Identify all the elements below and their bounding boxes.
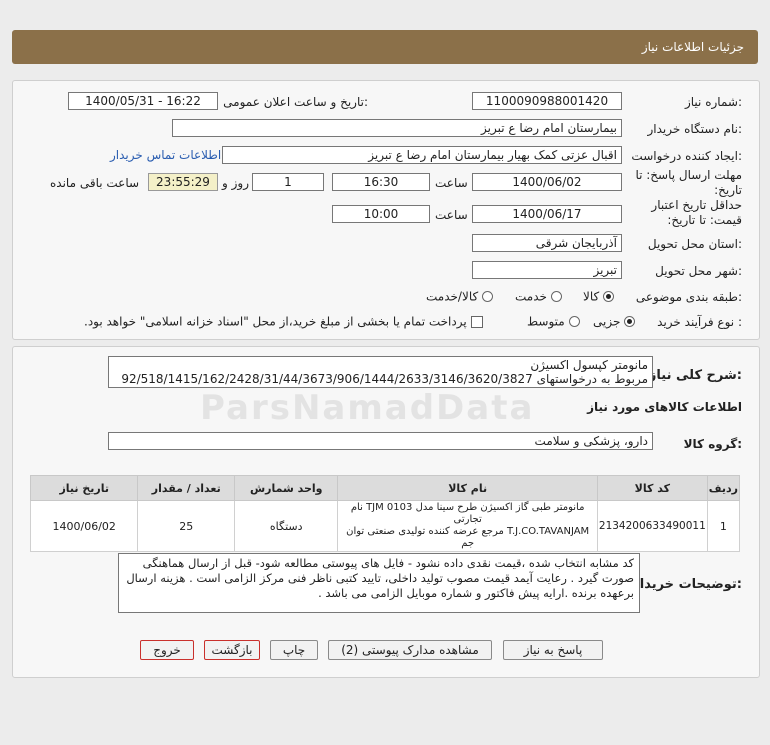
requester-label: ایجاد کننده درخواست:: [631, 149, 742, 163]
goods-section-title: اطلاعات کالاهای مورد نیاز: [587, 400, 742, 414]
attachments-button[interactable]: مشاهده مدارک پیوستی (2): [328, 640, 492, 660]
buyer-org-field: بیمارستان امام رضا ع تبریز: [172, 119, 622, 137]
page-header: جزئیات اطلاعات نیاز: [12, 30, 758, 64]
reply-deadline-label: مهلت ارسال پاسخ: تا تاریخ:: [635, 168, 742, 197]
reply-time-label: ساعت: [435, 176, 468, 190]
need-number-field: 1100090988001420: [472, 92, 622, 110]
treasury-payment-option[interactable]: پرداخت تمام یا بخشی از مبلغ خرید،از محل …: [84, 314, 483, 329]
validity-time-label: ساعت: [435, 208, 468, 222]
col-code: کد کالا: [596, 475, 708, 501]
table-header-row: ردیف کد کالا نام کالا واحد شمارش تعداد /…: [29, 475, 741, 501]
province-label: استان محل تحویل:: [647, 237, 742, 251]
table-row: 1 2134200633490011 مانومتر طبی گاز اکسیژ…: [29, 500, 741, 552]
radio-icon[interactable]: [568, 316, 580, 327]
col-qty: تعداد / مقدار: [137, 475, 236, 501]
announce-field: 1400/05/31 - 16:22: [68, 92, 218, 110]
validity-time-field: 10:00: [332, 205, 430, 223]
need-number-label: شماره نیاز:: [684, 95, 742, 109]
cell-row: 1: [706, 500, 741, 552]
buyer-notes-field: کد مشابه انتخاب شده ،قیمت نقدی داده نشود…: [118, 553, 640, 613]
radio-icon[interactable]: [550, 291, 562, 302]
col-name: نام کالا: [337, 475, 598, 501]
col-date: تاریخ نیاز: [29, 475, 139, 501]
buyer-org-label: نام دستگاه خریدار:: [647, 122, 743, 136]
checkbox-icon[interactable]: [470, 315, 483, 328]
city-field: تبریز: [472, 261, 622, 279]
description-line-1: مانومتر کپسول اکسیژن: [530, 358, 648, 372]
province-field: آذربایجان شرقی: [472, 234, 622, 252]
days-field: 1: [252, 173, 324, 191]
col-row: ردیف: [706, 475, 741, 501]
description-field: مانومتر کپسول اکسیژن مربوط به درخواستهای…: [108, 356, 653, 388]
goods-group-label: گروه کالا:: [683, 437, 742, 451]
reply-time-field: 16:30: [332, 173, 430, 191]
col-unit: واحد شمارش: [234, 475, 339, 501]
contact-buyer-link[interactable]: اطلاعات تماس خریدار: [110, 148, 221, 162]
cell-code: 2134200633490011: [596, 500, 708, 552]
radio-selected-icon[interactable]: [603, 291, 615, 302]
cell-name: مانومتر طبی گاز اکسیژن طرح سینا مدل TJM …: [337, 500, 598, 552]
radio-selected-icon[interactable]: [624, 316, 636, 327]
city-label: شهر محل تحویل:: [655, 264, 742, 278]
cell-qty: 25: [137, 500, 236, 552]
requester-field: اقبال عزتی کمک بهیار بیمارستان امام رضا …: [222, 146, 622, 164]
days-label: روز و: [222, 176, 249, 190]
goods-group-field: دارو، پزشکی و سلامت: [108, 432, 653, 450]
category-option-service[interactable]: خدمت: [515, 289, 562, 304]
price-validity-label: حداقل تاریخ اعتبار قیمت: تا تاریخ:: [651, 198, 742, 227]
radio-icon[interactable]: [482, 291, 494, 302]
goods-table: ردیف کد کالا نام کالا واحد شمارش تعداد /…: [29, 475, 741, 552]
watermark-logo: ParsNamadData: [200, 388, 535, 428]
remaining-timer: 23:55:29: [148, 173, 218, 191]
cell-date: 1400/06/02: [29, 500, 139, 552]
remaining-label: ساعت باقی مانده: [50, 176, 140, 190]
validity-date-field: 1400/06/17: [472, 205, 622, 223]
announce-label: تاریخ و ساعت اعلان عمومی:: [223, 95, 368, 109]
category-option-goods-service[interactable]: کالا/خدمت: [426, 289, 494, 304]
cell-unit: دستگاه: [234, 500, 339, 552]
process-label: نوع فرآیند خرید :: [657, 315, 742, 329]
description-line-2: مربوط به درخواستهای 92/518/1415/162/2428…: [121, 372, 648, 386]
category-option-goods[interactable]: کالا: [583, 289, 615, 304]
process-option-minor[interactable]: جزیی: [593, 314, 636, 329]
reply-button[interactable]: پاسخ به نیاز: [503, 640, 603, 660]
buyer-notes-label: توضیحات خریدار:: [632, 577, 742, 592]
exit-button[interactable]: خروج: [140, 640, 194, 660]
print-button[interactable]: چاپ: [270, 640, 318, 660]
reply-date-field: 1400/06/02: [472, 173, 622, 191]
description-label: شرح کلی نیاز:: [648, 368, 742, 383]
back-button[interactable]: بازگشت: [204, 640, 260, 660]
category-label: طبقه بندی موضوعی:: [635, 290, 742, 304]
process-option-medium[interactable]: متوسط: [527, 314, 580, 329]
page-title: جزئیات اطلاعات نیاز: [641, 40, 744, 54]
